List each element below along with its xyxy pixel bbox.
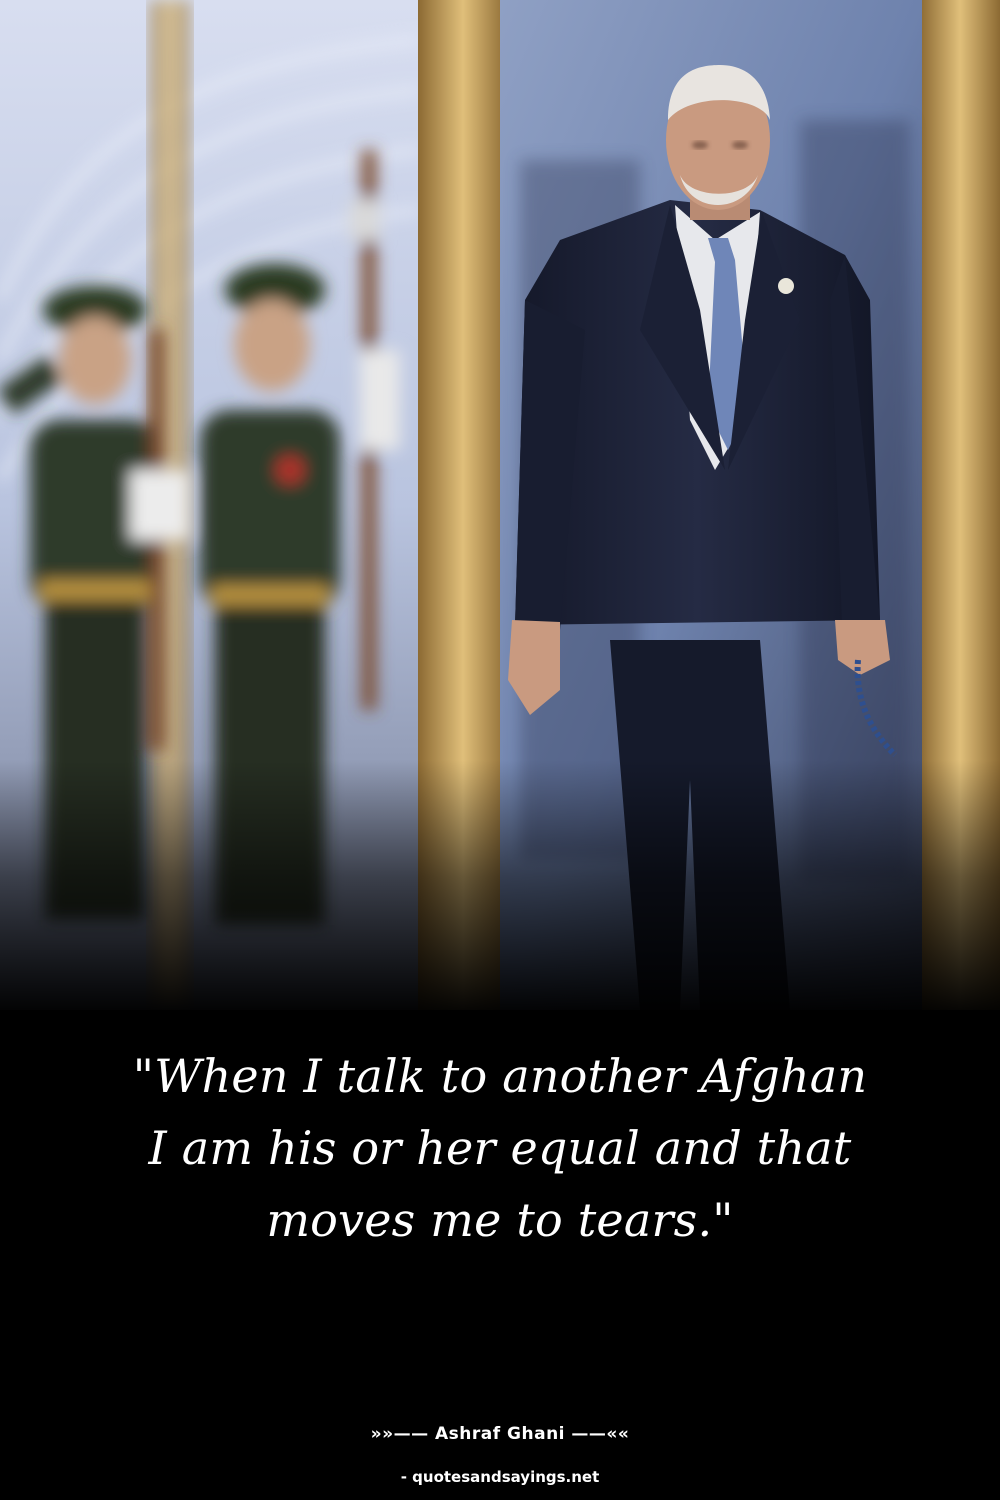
photo xyxy=(0,0,1000,1010)
photo-fade xyxy=(0,760,1000,1010)
author-line: »»—— Ashraf Ghani ——«« xyxy=(370,1424,630,1444)
source-link[interactable]: - quotesandsayings.net xyxy=(0,1468,1000,1486)
quote-card: "When I talk to another Afghan I am his … xyxy=(0,0,1000,1500)
quote-text: "When I talk to another Afghan I am his … xyxy=(132,1049,868,1247)
